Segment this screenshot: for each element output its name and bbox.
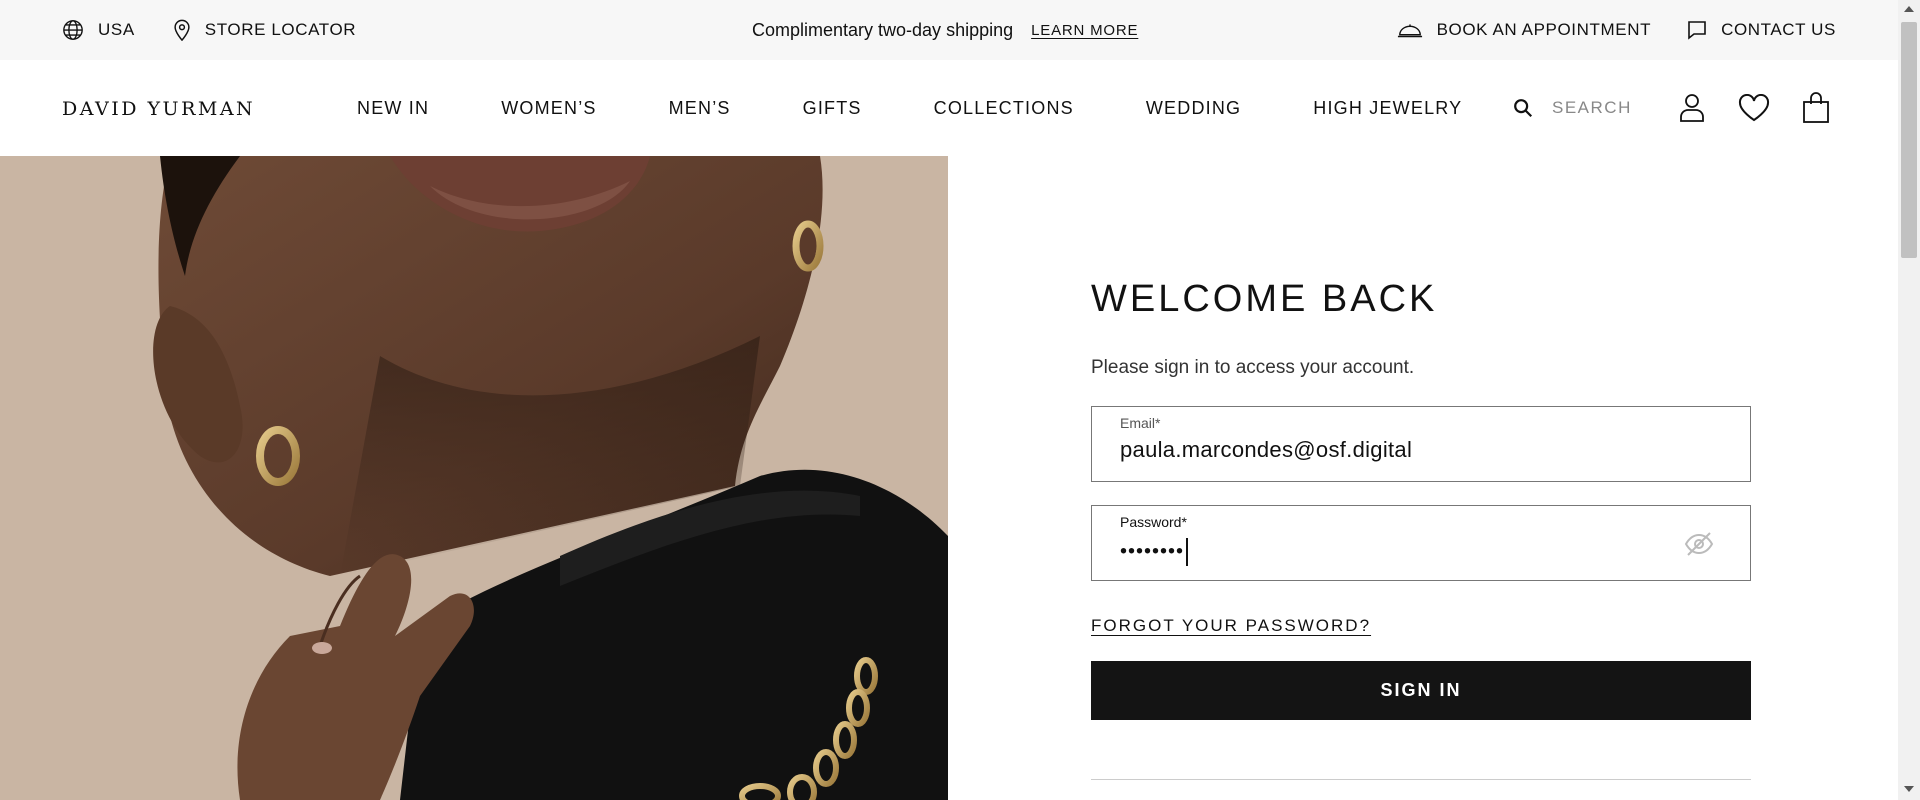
globe-icon: [63, 20, 83, 40]
region-selector[interactable]: USA: [62, 19, 135, 41]
location-pin-icon: [174, 19, 190, 41]
promo-banner: Complimentary two-day shipping LEARN MOR…: [752, 0, 1138, 60]
password-value[interactable]: ••••••••: [1120, 538, 1189, 566]
divider: [1091, 779, 1751, 780]
login-form: WELCOME BACK Please sign in to access yo…: [1091, 156, 1751, 800]
wishlist-heart-icon: [1738, 94, 1770, 122]
brand-logo[interactable]: DAVID YURMAN: [62, 98, 255, 120]
account-icon: [1680, 94, 1704, 122]
nav-link-new-in[interactable]: NEW IN: [357, 98, 429, 119]
shopping-bag-button[interactable]: [1800, 88, 1832, 128]
nav-link-high-jewelry[interactable]: HIGH JEWELRY: [1313, 98, 1462, 119]
main-nav: DAVID YURMAN NEW IN WOMEN’S MEN’S GIFTS …: [0, 60, 1898, 156]
forgot-password-link[interactable]: FORGOT YOUR PASSWORD?: [1091, 616, 1371, 636]
utility-bar: USA STORE LOCATOR Complimentary two-day …: [0, 0, 1898, 60]
password-mask: ••••••••: [1120, 540, 1185, 563]
nav-link-womens[interactable]: WOMEN’S: [501, 98, 596, 119]
contact-us-label: CONTACT US: [1721, 20, 1836, 39]
nav-link-gifts[interactable]: GIFTS: [803, 98, 862, 119]
wishlist-button[interactable]: [1738, 88, 1770, 128]
search-icon: [1514, 99, 1533, 118]
sign-in-button[interactable]: SIGN IN: [1091, 661, 1751, 720]
appointment-bell-icon: [1397, 24, 1422, 38]
utility-right: BOOK AN APPOINTMENT CONTACT US: [1397, 0, 1836, 60]
store-locator-link[interactable]: STORE LOCATOR: [173, 19, 356, 41]
scroll-thumb[interactable]: [1901, 22, 1917, 258]
scroll-up-arrow-icon[interactable]: [1904, 6, 1914, 12]
search-input[interactable]: SEARCH: [1512, 88, 1632, 128]
scroll-down-arrow-icon[interactable]: [1904, 786, 1914, 792]
region-label: USA: [98, 20, 135, 39]
email-field[interactable]: Email* paula.marcondes@osf.digital: [1091, 406, 1751, 482]
hero-image: [0, 156, 948, 800]
text-caret: [1186, 538, 1189, 566]
login-subtitle: Please sign in to access your account.: [1091, 357, 1415, 378]
nav-link-mens[interactable]: MEN’S: [669, 98, 731, 119]
shopping-bag-icon: [1803, 92, 1829, 123]
nav-link-wedding[interactable]: WEDDING: [1146, 98, 1241, 119]
password-field[interactable]: Password* ••••••••: [1091, 505, 1751, 581]
page-title: WELCOME BACK: [1091, 278, 1438, 320]
account-button[interactable]: [1676, 88, 1708, 128]
eye-slash-icon[interactable]: [1684, 530, 1714, 558]
contact-us-link[interactable]: CONTACT US: [1687, 20, 1836, 40]
book-appointment-label: BOOK AN APPOINTMENT: [1436, 20, 1652, 39]
email-value[interactable]: paula.marcondes@osf.digital: [1120, 437, 1412, 463]
learn-more-link[interactable]: LEARN MORE: [1031, 22, 1138, 39]
page-scrollbar[interactable]: [1898, 0, 1920, 800]
chat-bubble-icon: [1688, 21, 1706, 40]
nav-link-collections[interactable]: COLLECTIONS: [934, 98, 1074, 119]
password-label: Password*: [1120, 514, 1187, 530]
utility-left: USA STORE LOCATOR: [62, 0, 356, 60]
nav-icons: [1676, 88, 1832, 128]
nav-links: NEW IN WOMEN’S MEN’S GIFTS COLLECTIONS W…: [357, 60, 1462, 156]
store-locator-label: STORE LOCATOR: [204, 20, 357, 39]
book-appointment-link[interactable]: BOOK AN APPOINTMENT: [1397, 20, 1652, 40]
email-label: Email*: [1120, 415, 1161, 431]
model-jewelry-illustration: [0, 156, 948, 800]
search-placeholder: SEARCH: [1552, 98, 1632, 117]
promo-message: Complimentary two-day shipping: [752, 19, 1014, 40]
